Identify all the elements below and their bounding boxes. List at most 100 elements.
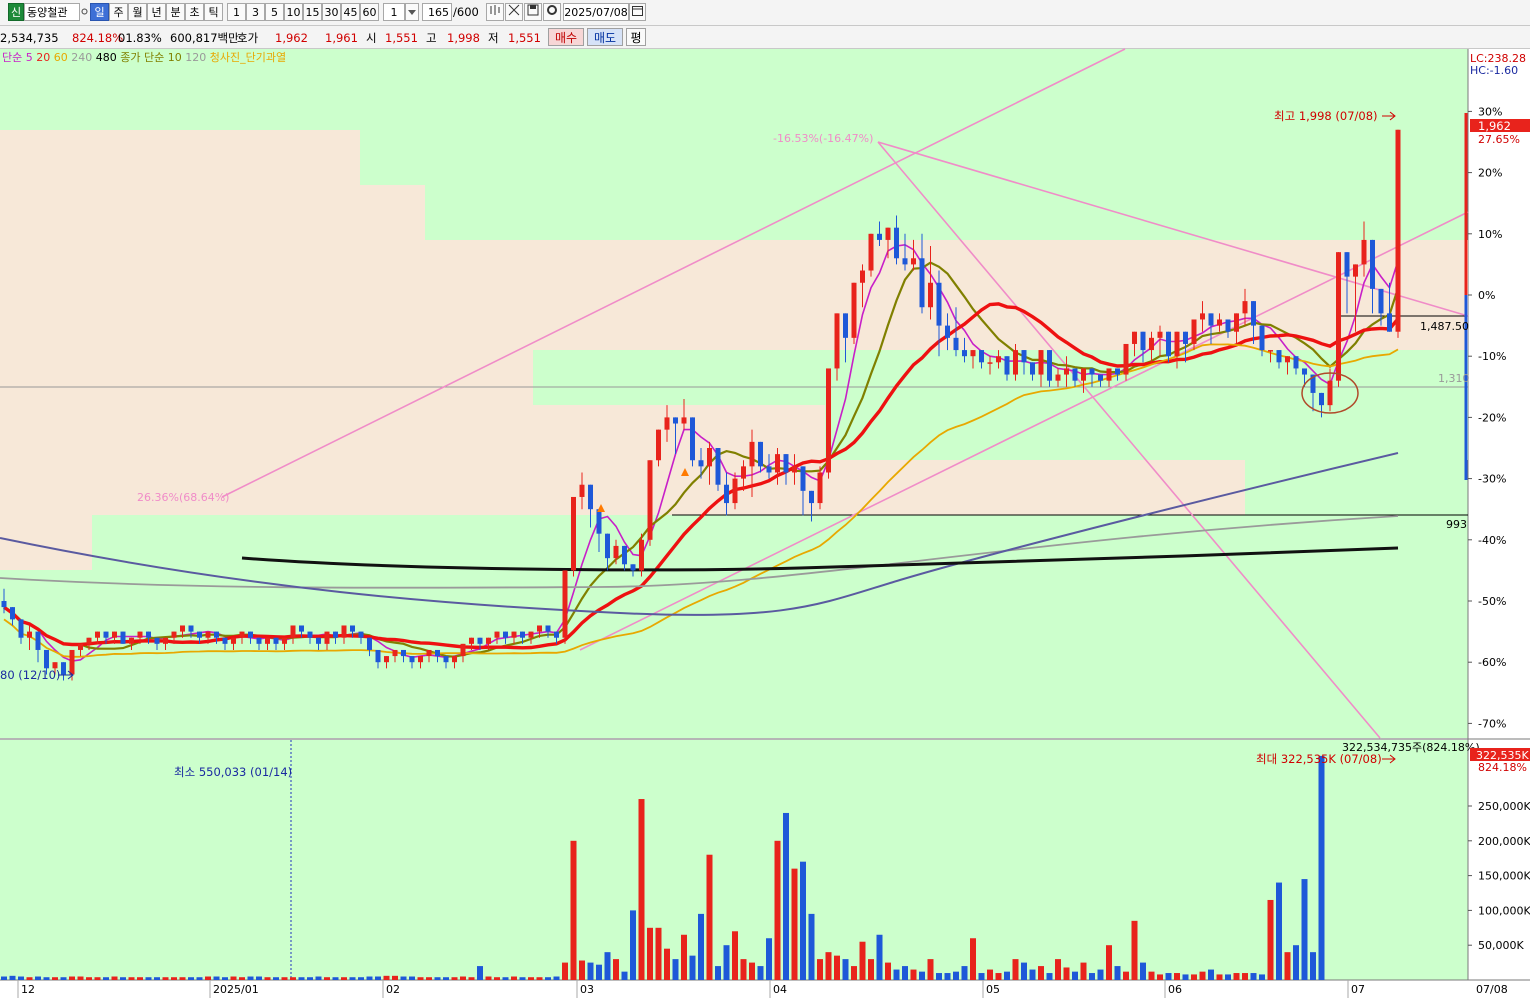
volume-bar — [383, 975, 390, 980]
candle-body — [1030, 362, 1035, 375]
candle-body — [1064, 368, 1069, 375]
x-axis-label: 12 — [21, 983, 35, 996]
candle-body — [154, 637, 160, 644]
volume-bar — [1140, 962, 1146, 980]
volume-bar — [757, 966, 764, 980]
pct-tick-label: -70% — [1478, 717, 1506, 730]
candle — [120, 631, 126, 644]
candle-body — [1106, 368, 1112, 381]
candle-body — [1234, 313, 1239, 332]
candle-body — [180, 625, 185, 632]
volume-bar — [247, 976, 254, 980]
volume-bar — [1046, 973, 1053, 980]
candle — [826, 368, 831, 479]
candle-body — [1344, 252, 1350, 277]
candle-body — [27, 631, 32, 638]
candle-body — [953, 337, 959, 351]
candle-body — [1115, 368, 1120, 375]
volume-min-annotation: 최소 550,033 (01/14) — [174, 765, 292, 779]
candle-body — [1072, 368, 1078, 381]
volume-bar — [468, 977, 475, 980]
pct-tick-label: 30% — [1478, 105, 1502, 118]
low-annotation: 80 (12/10) — [0, 668, 60, 682]
vol-tick-label: 100,000K — [1478, 904, 1530, 917]
candle-body — [469, 637, 474, 644]
volume-bar — [179, 977, 186, 980]
vol-ma-120: 120 — [185, 51, 207, 64]
candle-body — [868, 233, 874, 271]
volume-bar — [162, 977, 169, 980]
candle-body — [222, 637, 228, 644]
x-axis-label: 2025/01 — [213, 983, 259, 996]
candle-body — [851, 282, 857, 338]
candle-body — [350, 625, 355, 632]
volume-bar — [77, 976, 84, 980]
candle-body — [392, 649, 398, 657]
volume-profile-band — [0, 515, 92, 570]
candle-body — [588, 484, 593, 510]
high-annotation: 최고 1,998 (07/08) — [1274, 109, 1378, 123]
price-chart[interactable]: 최고 1,998 (07/08) 80 (12/10) -16.53%(-16.47… — [0, 0, 1530, 1002]
candle-body — [1200, 313, 1205, 320]
candle-body — [1395, 129, 1401, 332]
volume-bar — [961, 966, 968, 980]
candle-body — [928, 282, 933, 308]
candle-body — [809, 490, 814, 504]
volume-bar — [910, 969, 917, 980]
candle-body — [333, 631, 338, 638]
volume-bar — [783, 812, 789, 980]
volume-bar — [1123, 971, 1129, 980]
candle-body — [647, 460, 653, 540]
volume-bar — [60, 977, 67, 980]
volume-bar — [1216, 974, 1223, 980]
candle-body — [129, 637, 134, 644]
volume-bar — [1029, 969, 1036, 980]
candle-body — [1242, 301, 1248, 314]
fib-left-annotation: 26.36%(68.64%) — [137, 491, 229, 504]
ma-60: 60 — [53, 51, 68, 64]
candle-body — [554, 631, 559, 638]
candle-body — [35, 631, 41, 650]
volume-bar — [902, 966, 908, 980]
candle-body — [61, 662, 66, 675]
volume-bar — [825, 952, 832, 980]
volume-bar — [630, 910, 636, 980]
candle-body — [248, 631, 253, 638]
candle-body — [622, 545, 627, 565]
candle-body — [358, 631, 364, 638]
volume-bar — [604, 952, 611, 980]
volume-bar — [647, 927, 653, 980]
volume-bar — [1131, 920, 1138, 980]
candle-body — [766, 466, 772, 473]
volume-bar — [69, 976, 75, 980]
candle — [868, 233, 874, 277]
volume-bar — [1063, 967, 1070, 980]
candle-body — [741, 466, 746, 479]
candle-body — [214, 631, 219, 638]
hc-label: HC:-1.60 — [1470, 64, 1518, 77]
volume-bar — [893, 969, 900, 980]
volume-bar — [536, 977, 543, 980]
volume-bar — [868, 959, 874, 980]
candle-body — [775, 454, 780, 473]
volume-bar — [341, 977, 347, 980]
candle-body — [188, 625, 194, 632]
volume-bar — [553, 976, 560, 980]
volume-bar — [715, 966, 721, 980]
vol-ma-10: 10 — [167, 51, 182, 64]
volume-bar — [698, 913, 704, 980]
candle-body — [1293, 356, 1299, 369]
candle-body — [273, 637, 279, 644]
candle — [647, 460, 653, 546]
volume-bar — [851, 966, 857, 980]
candle-body — [613, 545, 619, 559]
volume-bar — [1165, 973, 1172, 980]
candle-body — [205, 631, 211, 638]
volume-bar — [332, 977, 339, 980]
volume-bar — [273, 977, 279, 980]
volume-bar — [417, 977, 424, 980]
pct-tick-label: -20% — [1478, 411, 1506, 424]
candle-body — [579, 484, 585, 497]
candle — [715, 448, 721, 491]
volume-bar — [1225, 974, 1231, 980]
